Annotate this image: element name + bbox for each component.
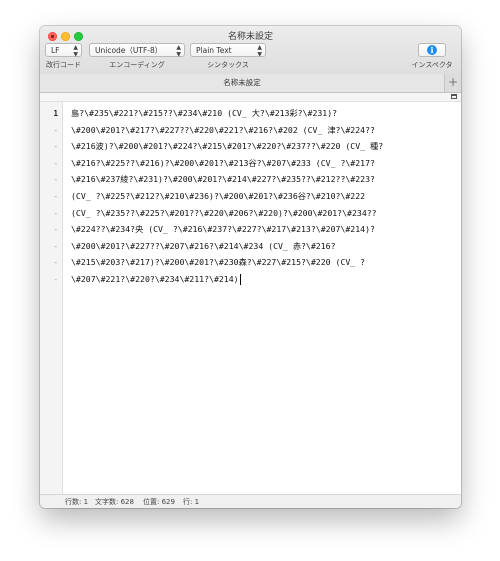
split-editor-icon[interactable] [451, 94, 457, 99]
navigation-bar [40, 93, 461, 102]
text-line: \#224??\#234?央 (CV_ ?\#216\#237?\#227?\#… [71, 224, 375, 235]
encoding-label: エンコーディング [109, 61, 165, 69]
tab-document[interactable]: 名称未設定 [40, 74, 445, 92]
text-line: (CV_ ?\#235??\#225?\#201??\#220\#206?\#2… [71, 207, 377, 218]
inspector-button[interactable]: i [418, 43, 446, 57]
status-position: 位置: 629 [143, 498, 175, 506]
text-line: \#200\#201?\#227??\#207\#216?\#214\#234 … [71, 240, 336, 251]
line-ending-value: LF [51, 46, 60, 55]
line-number: - [53, 125, 58, 135]
chevron-updown-icon: ▲ ▼ [176, 44, 181, 58]
text-line: \#200\#201?\#217?\#227??\#220\#221?\#216… [71, 124, 375, 135]
status-char-count: 文字数: 628 [95, 498, 134, 506]
info-icon: i [427, 45, 437, 55]
text-line: \#216波)?\#200\#201?\#224?\#215\#201?\#22… [71, 141, 384, 152]
text-line: \#216?\#225??\#216)?\#200\#201?\#213谷?\#… [71, 157, 375, 168]
inspector-label: インスペクタ [411, 61, 453, 69]
syntax-label: シンタックス [207, 61, 249, 69]
text-line: \#216\#237綾?\#231)?\#200\#201?\#214\#227… [71, 174, 375, 185]
syntax-popup[interactable]: Plain Text ▲ ▼ [190, 43, 266, 58]
chevron-updown-icon: ▲ ▼ [73, 44, 78, 58]
line-number: - [53, 275, 58, 284]
line-number: - [53, 208, 58, 218]
line-number: - [53, 175, 58, 185]
line-ending-popup[interactable]: LF ▲ ▼ [45, 43, 82, 58]
status-line-count: 行数: 1 [65, 498, 89, 506]
line-number: - [53, 192, 58, 201]
encoding-value: Unicode（UTF-8） [95, 46, 163, 55]
status-bar: 行数: 1 文字数: 628 位置: 629 行: 1 [40, 494, 461, 508]
tab-bar: 名称未設定 + [40, 74, 461, 93]
text-line-last: \#207\#221?\#220?\#234\#211?\#214) [71, 271, 456, 288]
editor-window: 名称未設定 LF ▲ ▼ 改行コード Unicode（UTF-8） ▲ ▼ エンコー… [40, 26, 461, 508]
line-number: - [53, 158, 58, 168]
text-editor[interactable]: 島?\#235\#221?\#215??\#234\#210 (CV_ 大?\#… [71, 105, 456, 485]
line-number-gutter: 1 - - - - - - - - - - [40, 102, 63, 494]
line-number: - [53, 142, 58, 152]
status-row: 行: 1 [183, 498, 200, 506]
line-number: 1 [53, 109, 58, 118]
line-ending-label: 改行コード [46, 61, 81, 69]
text-line: 島?\#235\#221?\#215??\#234\#210 (CV_ 大?\#… [71, 108, 338, 118]
line-number: - [53, 258, 58, 268]
text-line: (CV_ ?\#225?\#212?\#210\#236)?\#200\#201… [71, 190, 366, 201]
text-caret [239, 273, 241, 285]
encoding-popup[interactable]: Unicode（UTF-8） ▲ ▼ [89, 43, 185, 58]
line-number: - [53, 225, 58, 235]
line-number: - [53, 241, 58, 251]
window-title: 名称未設定 [227, 32, 273, 42]
add-tab-button[interactable]: + [445, 74, 461, 92]
text-line-content: \#207\#221?\#220?\#234\#211?\#214) [71, 273, 239, 284]
syntax-value: Plain Text [196, 46, 232, 55]
chevron-updown-icon: ▲ ▼ [257, 44, 262, 58]
text-line: \#215\#203?\#217)?\#200\#201?\#230森?\#22… [71, 257, 366, 268]
title-bar: 名称未設定 LF ▲ ▼ 改行コード Unicode（UTF-8） ▲ ▼ エンコー… [40, 26, 461, 75]
